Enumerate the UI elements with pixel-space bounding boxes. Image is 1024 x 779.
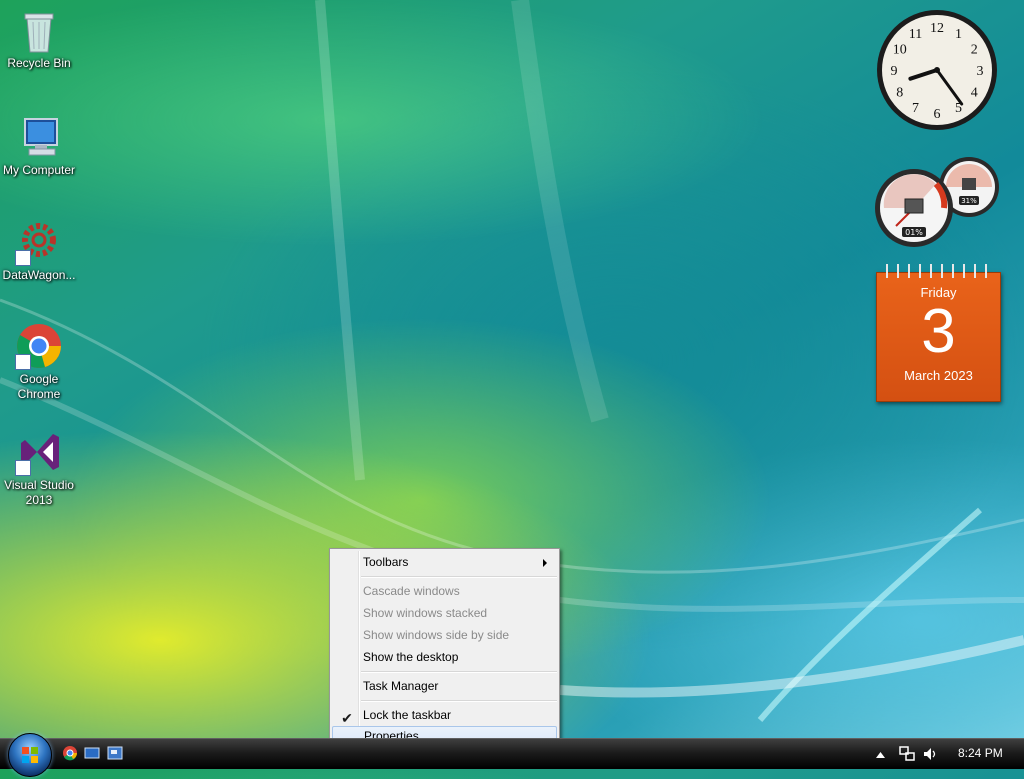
cpu-gauge: 01% [875,169,953,247]
cpu-percent: 01% [905,228,923,237]
submenu-arrow-icon [543,559,547,567]
visual-studio-icon [15,428,63,476]
start-button[interactable] [8,733,52,777]
chevron-up-icon [876,752,885,758]
volume-tray-icon[interactable] [922,746,938,765]
desktop-icon-label: Visual Studio 2013 [4,478,74,507]
clock-numeral: 9 [891,64,898,79]
menu-separator [361,700,557,702]
taskbar-clock[interactable]: 8:24 PM [958,746,1003,760]
clock-numeral: 1 [955,27,962,42]
network-tray-icon[interactable] [899,746,915,765]
chrome-icon [63,746,77,761]
menu-item-show-windows-side-by-side[interactable]: Show windows side by side [332,625,557,645]
clock-numeral: 8 [896,86,903,101]
quicklaunch-show-desktop[interactable] [84,745,100,761]
desktop-icon-label: DataWagon... [2,268,76,282]
menu-item-label: Lock the taskbar [363,708,452,722]
menu-item-label: Show the desktop [363,650,459,664]
show-desktop-icon [84,747,100,759]
menu-item-label: Cascade windows [363,584,460,598]
menu-item-label: Task Manager [363,679,439,693]
windows-logo-icon [22,747,38,763]
menu-item-task-manager[interactable]: Task Manager [332,676,557,696]
memory-percent: 31% [961,197,977,205]
menu-separator [361,671,557,673]
clock-numeral: 7 [912,101,919,116]
analog-clock-face: 12 1234567891011 [877,10,997,130]
taskbar[interactable] [0,738,1024,769]
clock-numeral: 4 [971,86,978,101]
menu-item-lock-the-taskbar[interactable]: ✔ Lock the taskbar [332,705,557,726]
menu-item-label: Show windows stacked [363,606,488,620]
datawagon-gear-icon [15,218,63,266]
chrome-icon [15,322,63,370]
calendar-day-number: 3 [921,297,956,366]
clock-numeral: 2 [971,43,978,58]
taskbar-context-menu: Toolbars Cascade windows Show windows st… [329,548,560,749]
menu-item-cascade-windows[interactable]: Cascade windows [332,581,557,601]
calendar-gadget[interactable]: Friday 3 March 2023 [876,264,1001,402]
desktop-icon-my-computer[interactable]: My Computer [1,113,77,178]
menu-separator [361,576,557,578]
recycle-bin-icon [15,6,63,54]
clock-numeral: 6 [934,107,941,122]
menu-item-label: Show windows side by side [363,628,510,642]
shortcut-arrow-icon [15,250,31,266]
clock-numeral: 10 [893,43,907,58]
menu-item-show-the-desktop[interactable]: Show the desktop [332,647,557,667]
shortcut-arrow-icon [15,460,31,476]
desktop-icon-label: Recycle Bin [7,56,71,70]
speaker-icon [924,748,936,760]
checkmark-icon: ✔ [341,710,353,726]
clock-numeral: 3 [977,64,984,79]
calendar-month-year: March 2023 [904,368,973,383]
cpu-meter-gadget[interactable]: 31% 01% [874,154,1000,251]
show-hidden-icons-arrow[interactable] [876,748,885,762]
menu-item-toolbars[interactable]: Toolbars [332,552,557,572]
calendar-rings [881,264,996,278]
quicklaunch-switch-windows[interactable] [107,745,123,761]
clock-numeral: 11 [909,27,922,42]
switch-windows-icon [107,746,123,760]
menu-item-show-windows-stacked[interactable]: Show windows stacked [332,603,557,623]
quicklaunch-chrome[interactable] [62,745,78,761]
desktop-icon-visual-studio[interactable]: Visual Studio 2013 [1,428,77,508]
clock-gadget[interactable]: 12 1 2 3 4 5 6 7 8 9 10 11 [875,8,999,135]
menu-item-label: Toolbars [363,555,409,569]
shortcut-arrow-icon [15,354,31,370]
desktop-icon-datawagon[interactable]: DataWagon... [1,218,77,283]
desktop-icon-label: My Computer [2,163,76,177]
desktop-icon-recycle-bin[interactable]: Recycle Bin [1,6,77,71]
desktop-icon-google-chrome[interactable]: Google Chrome [1,322,77,402]
clock-numeral: 12 [930,21,944,36]
computer-icon [15,113,63,161]
desktop-icon-label: Google Chrome [17,372,61,401]
network-icon [899,746,915,761]
